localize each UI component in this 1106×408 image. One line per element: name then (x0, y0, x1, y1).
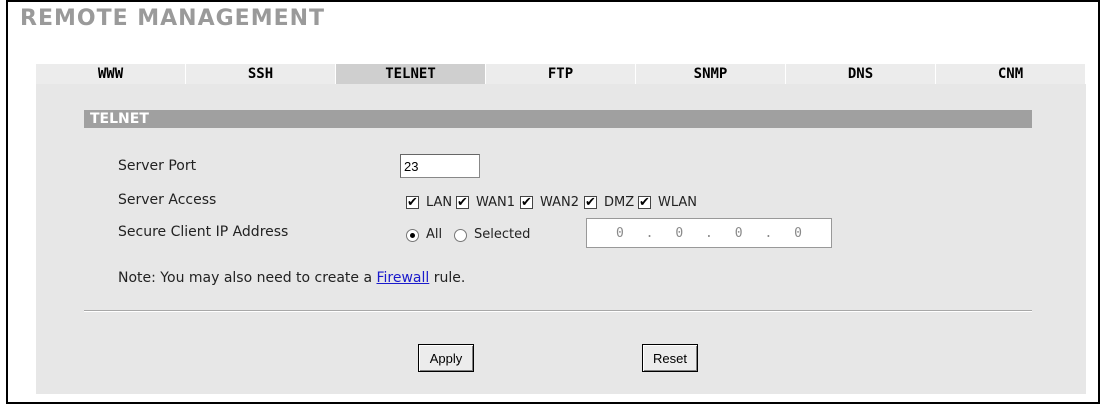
server-access-label: Server Access (118, 192, 217, 208)
ip-octet-4: 0 (794, 225, 802, 241)
ip-dot-separator: . (645, 225, 654, 241)
dmz-label: DMZ (604, 195, 635, 210)
tab-snmp[interactable]: SNMP (636, 64, 786, 84)
server-port-input[interactable] (400, 154, 480, 178)
wlan-checkbox[interactable]: ✔ (638, 196, 651, 209)
secure-client-ip-input[interactable]: 0 . 0 . 0 . 0 (586, 218, 832, 248)
note-suffix: rule. (429, 270, 466, 286)
ip-octet-3: 0 (734, 225, 743, 241)
firewall-link[interactable]: Firewall (376, 270, 429, 286)
tab-ftp[interactable]: FTP (486, 64, 636, 84)
lan-label: LAN (426, 195, 453, 210)
ip-dot-separator: . (764, 225, 773, 241)
wan1-checkbox[interactable]: ✔ (456, 196, 469, 209)
divider (84, 310, 1032, 312)
all-radio[interactable] (406, 229, 419, 242)
firewall-note: Note: You may also need to create a Fire… (118, 270, 465, 286)
tab-ssh[interactable]: SSH (186, 64, 336, 84)
ip-octet-1: 0 (615, 225, 624, 241)
lan-checkbox[interactable]: ✔ (406, 196, 419, 209)
ip-dot-separator: . (705, 225, 713, 241)
wan2-label: WAN2 (540, 195, 580, 210)
all-radio-label: All (426, 227, 443, 242)
wan1-label: WAN1 (476, 195, 516, 210)
server-port-label: Server Port (118, 158, 197, 174)
dmz-checkbox[interactable]: ✔ (584, 196, 597, 209)
section-title: TELNET (84, 110, 1032, 128)
settings-panel: TELNET Server Port Server Access ✔ LAN ✔… (36, 84, 1086, 394)
tab-www[interactable]: WWW (36, 64, 186, 84)
tab-cnm[interactable]: CNM (936, 64, 1086, 84)
page-title: REMOTE MANAGEMENT (20, 6, 326, 31)
apply-button[interactable]: Apply (418, 344, 474, 372)
tab-dns[interactable]: DNS (786, 64, 936, 84)
note-prefix: Note: You may also need to create a (118, 270, 377, 286)
selected-radio[interactable] (454, 229, 467, 242)
ip-octet-2: 0 (675, 225, 684, 241)
secure-client-label: Secure Client IP Address (118, 224, 289, 240)
selected-radio-label: Selected (474, 227, 531, 242)
wlan-label: WLAN (658, 195, 698, 210)
wan2-checkbox[interactable]: ✔ (520, 196, 533, 209)
tab-telnet[interactable]: TELNET (336, 64, 486, 84)
reset-button[interactable]: Reset (642, 344, 698, 372)
tab-bar: WWW SSH TELNET FTP SNMP DNS CNM (36, 64, 1086, 84)
